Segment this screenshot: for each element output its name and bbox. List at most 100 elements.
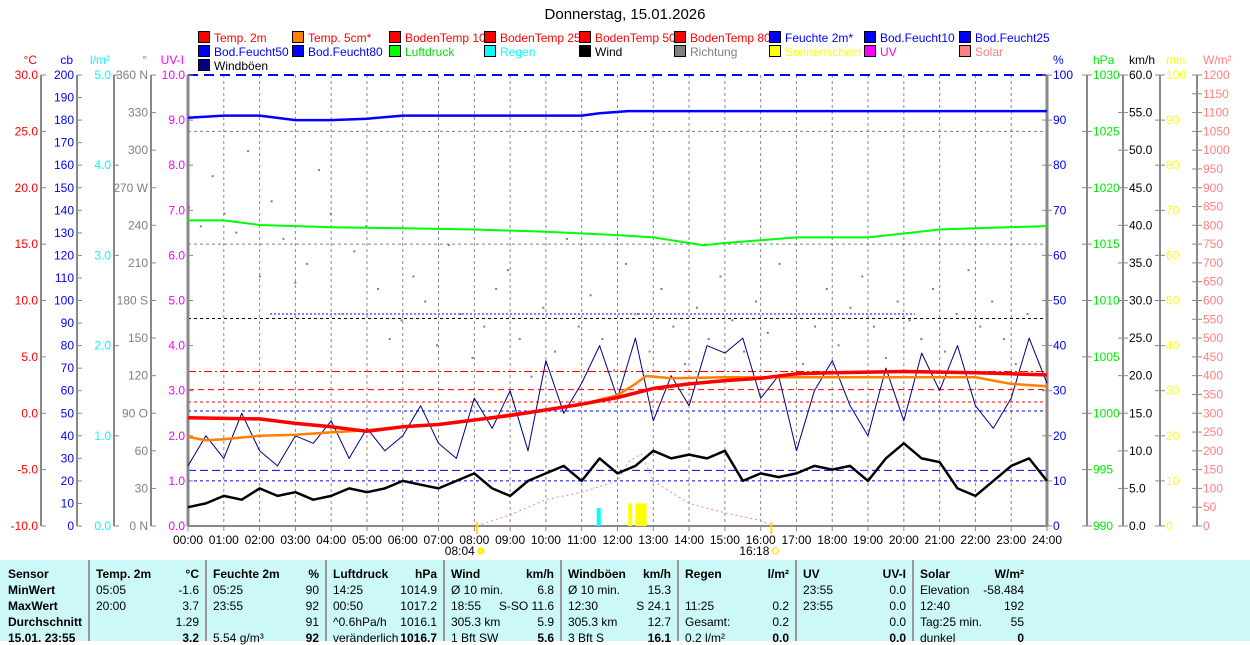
direction-dot — [577, 325, 580, 328]
table-cell: Durchschnitt — [8, 615, 83, 629]
axis-tick-label: 1015 — [1093, 237, 1120, 251]
table-cell: S-SO 11.6 — [498, 599, 554, 613]
table-cell: % — [308, 567, 319, 581]
axis-tick-label: 60 — [135, 444, 149, 458]
table-cell: 0 — [1017, 631, 1024, 645]
axis-tick-label: 90 O — [122, 406, 148, 420]
direction-dot — [589, 294, 592, 297]
table-cell: Elevation — [920, 583, 970, 597]
axis-tick-label: 650 — [1203, 275, 1223, 289]
axis-tick-label: 40 — [61, 429, 75, 443]
direction-dot — [802, 363, 805, 366]
table-cell: 12:40 — [920, 599, 951, 613]
axis-tick-label: 2.0 — [168, 429, 185, 443]
table-cell: 6.8 — [537, 583, 554, 597]
direction-dot — [495, 287, 498, 290]
axis-unit-label: UV-I — [161, 53, 184, 67]
direction-dot — [896, 300, 899, 303]
direction-dot — [317, 168, 320, 171]
table-cell: 5.54 g/m³ — [213, 631, 264, 645]
table-cell: 0.0 — [772, 631, 789, 645]
axis-tick-label: 10 — [1166, 474, 1180, 488]
x-tick-label: 18:00 — [817, 533, 847, 547]
axis-unit-label: min — [1166, 53, 1185, 67]
axis-unit-label: °C — [24, 53, 38, 67]
axis-tick-label: 1005 — [1093, 350, 1120, 364]
axis-tick-label: 600 — [1203, 294, 1223, 308]
table-cell: 12.7 — [647, 615, 671, 629]
direction-dot — [376, 287, 379, 290]
direction-dot — [932, 287, 935, 290]
axis-tick-label: 300 — [1203, 406, 1223, 420]
axis-tick-label: 1.0 — [94, 429, 111, 443]
table-cell: 305.3 km — [568, 615, 618, 629]
table-cell: 5.9 — [537, 615, 554, 629]
axis-tick-label: 45.0 — [1129, 181, 1153, 195]
table-cell: dunkel — [920, 631, 956, 645]
axis-tick-label: 270 W — [113, 181, 148, 195]
direction-dot — [684, 363, 687, 366]
table-cell: 18:55 — [451, 599, 482, 613]
table-cell: 0.0 — [889, 631, 906, 645]
direction-dot — [825, 287, 828, 290]
axis-tick-label: 10.0 — [15, 294, 39, 308]
table-section: Luftdruck hPa 14:25 1014.9 00:50 1017.2 ^0.6hP… — [325, 560, 443, 645]
table-cell: 1017.2 — [400, 599, 437, 613]
table-cell: UV-I — [882, 567, 906, 581]
axis-tick-label: 180 S — [117, 294, 148, 308]
direction-dot — [636, 313, 639, 316]
direction-dot — [282, 237, 285, 240]
axis-tick-label: 150 — [54, 181, 74, 195]
direction-dot — [199, 225, 202, 228]
axis-tick-label: 1020 — [1093, 181, 1120, 195]
direction-dot — [483, 325, 486, 328]
axis-tick-label: 995 — [1093, 463, 1113, 477]
table-section: Feuchte 2m% 05:25 90 23:55 92 91 5.54 g/m³ 92 — [205, 560, 325, 645]
table-cell: 1 Bft SW — [451, 631, 499, 645]
direction-dot — [991, 300, 994, 303]
axis-tick-label: 8.0 — [168, 158, 185, 172]
axis-tick-label: 0.0 — [21, 406, 38, 420]
table-cell: °C — [185, 567, 199, 581]
axis-tick-label: 550 — [1203, 312, 1223, 326]
axis-tick-label: 60 — [1166, 248, 1180, 262]
axis-tick-label: 20.0 — [15, 181, 39, 195]
direction-dot — [554, 350, 557, 353]
axis-tick-label: 1030 — [1093, 68, 1120, 82]
axis-tick-label: 30 — [1166, 384, 1180, 398]
direction-dot — [294, 281, 297, 284]
direction-dot — [412, 275, 415, 278]
x-tick-label: 24:00 — [1032, 533, 1062, 547]
table-cell: 0.0 — [889, 599, 906, 613]
axis-tick-label: 210 — [128, 256, 148, 270]
direction-dot — [424, 300, 427, 303]
x-tick-label: 02:00 — [245, 533, 275, 547]
table-cell: 3.7 — [182, 599, 199, 613]
axis-unit-label: % — [1053, 53, 1064, 67]
axis-tick-label: 80 — [1053, 158, 1067, 172]
direction-dot — [873, 325, 876, 328]
table-cell: Tag:25 min. — [920, 615, 983, 629]
axis-tick-label: 1000 — [1203, 143, 1230, 157]
axis-tick-label: 40.0 — [1129, 218, 1153, 232]
axis-tick-label: 70 — [1166, 203, 1180, 217]
direction-dot — [530, 375, 533, 378]
table-cell: Luftdruck — [333, 567, 389, 581]
axis-tick-label: 15.0 — [15, 237, 39, 251]
axis-tick-label: 7.0 — [168, 203, 185, 217]
summary-table: Sensor MinWert MaxWert Durchschnitt 15.01. 2… — [0, 560, 1250, 645]
axis-tick-label: 0 — [67, 519, 74, 533]
table-cell: 16.1 — [647, 631, 671, 645]
table-cell: Sensor — [8, 567, 49, 581]
axis-tick-label: 360 N — [116, 68, 148, 82]
table-cell: 0.2 — [772, 615, 789, 629]
axis-tick-label: -10.0 — [11, 519, 39, 533]
table-cell: 05:05 — [96, 583, 127, 597]
axis-tick-label: 0 — [1053, 519, 1060, 533]
direction-dot — [353, 250, 356, 253]
axis-tick-label: 20 — [61, 474, 75, 488]
axis-tick-label: 120 — [54, 248, 74, 262]
table-cell: Temp. 2m — [96, 567, 152, 581]
axis-tick-label: 5.0 — [21, 350, 38, 364]
axis-tick-label: 2.0 — [94, 339, 111, 353]
